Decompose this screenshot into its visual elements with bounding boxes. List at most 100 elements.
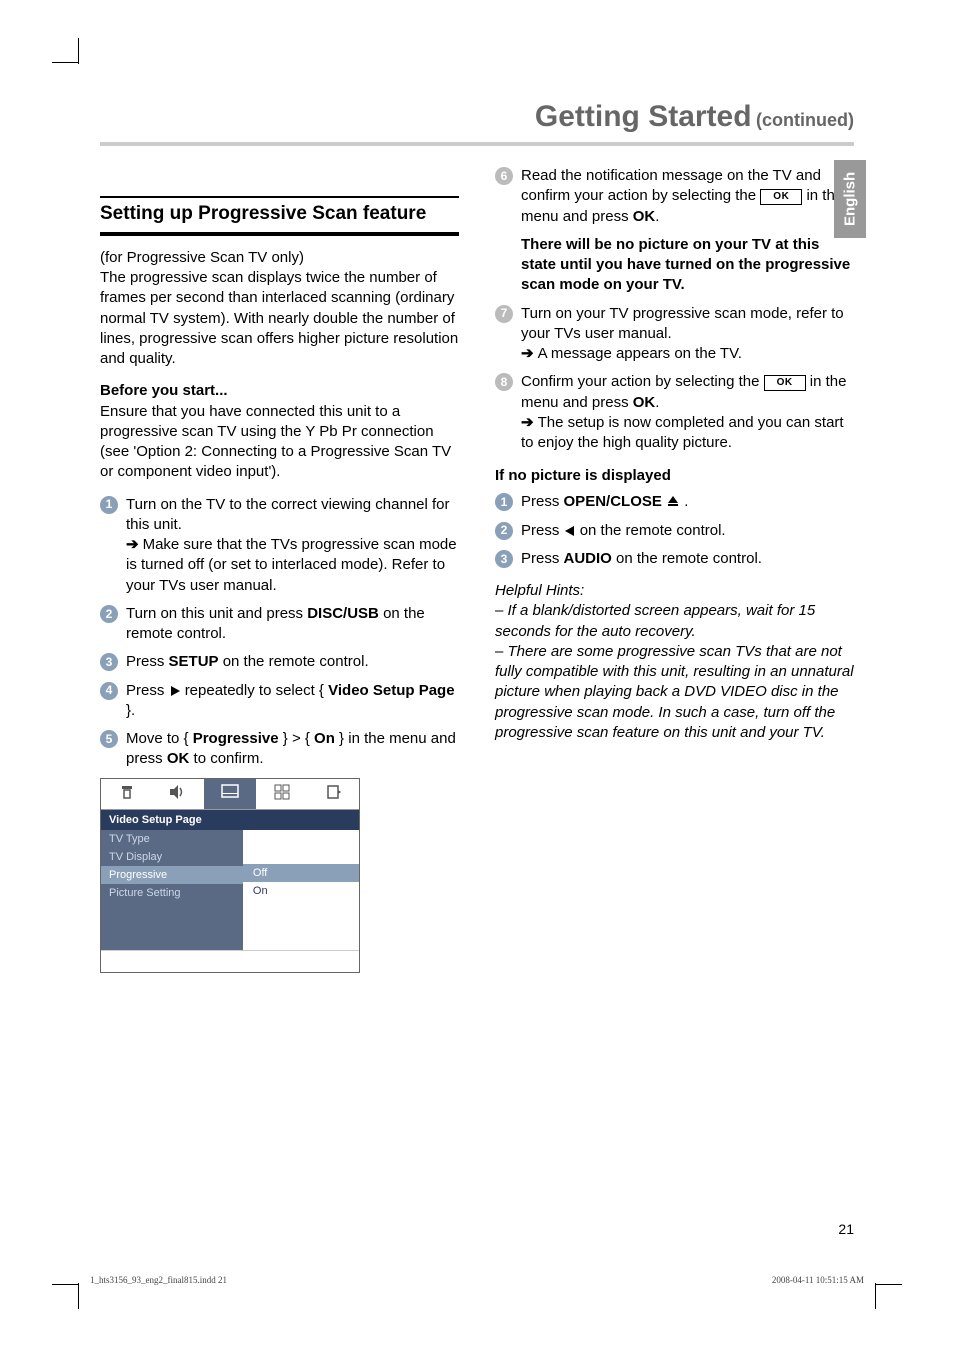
step-7: 7 Turn on your TV progressive scan mode,…	[495, 304, 854, 365]
button-label: OPEN/CLOSE	[564, 493, 662, 510]
step-number-icon: 2	[100, 605, 118, 623]
step-text: to confirm.	[189, 750, 263, 767]
left-arrow-icon	[564, 525, 576, 537]
osd-option: On	[243, 882, 359, 900]
step-number-icon: 2	[495, 522, 513, 540]
osd-tab-general-icon	[101, 779, 153, 809]
step-text: Press	[521, 522, 564, 539]
osd-menu-screenshot: Video Setup Page TV Type TV Display Prog…	[100, 778, 360, 973]
osd-item: TV Type	[101, 830, 243, 848]
step-number-icon: 7	[495, 305, 513, 323]
page-body: Getting Started (continued) Setting up P…	[0, 0, 954, 1013]
button-label: OK	[633, 208, 656, 225]
menu-option: Progressive	[193, 730, 279, 747]
crop-mark	[875, 1283, 876, 1309]
osd-tab-row	[101, 779, 359, 810]
step-text: .	[655, 208, 659, 225]
step-number-icon: 6	[495, 167, 513, 185]
step-number-icon: 4	[100, 682, 118, 700]
step-text: Press	[521, 550, 564, 567]
step-number-icon: 8	[495, 373, 513, 391]
crop-mark	[876, 1284, 902, 1285]
menu-option: On	[314, 730, 335, 747]
osd-item: Picture Setting	[101, 884, 243, 902]
step-text: Confirm your action by selecting the	[521, 373, 764, 390]
step-number-icon: 3	[495, 550, 513, 568]
before-you-start-heading: Before you start...	[100, 381, 459, 401]
step-text: on the remote control.	[612, 550, 762, 567]
button-label: OK	[167, 750, 190, 767]
step-number-icon: 5	[100, 730, 118, 748]
osd-tab-preference-icon	[256, 779, 308, 809]
osd-item-selected: Progressive	[101, 866, 243, 884]
step-text: Press	[126, 682, 169, 699]
osd-option-selected: Off	[243, 864, 359, 882]
crop-mark	[78, 1283, 79, 1309]
step-5: 5 Move to { Progressive } > { On } in th…	[100, 729, 459, 770]
step-result: Make sure that the TVs progressive scan …	[126, 536, 457, 594]
button-label: AUDIO	[564, 550, 612, 567]
no-picture-step-3: 3 Press AUDIO on the remote control.	[495, 549, 854, 569]
print-timestamp: 2008-04-11 10:51:15 AM	[772, 1275, 864, 1285]
intro-paragraph: (for Progressive Scan TV only) The progr…	[100, 248, 459, 370]
warning-block: There will be no picture on your TV at t…	[521, 235, 854, 296]
eject-icon	[666, 494, 680, 508]
print-file: 1_hts3156_93_eng2_final815.indd 21	[90, 1275, 227, 1285]
title-underline	[100, 142, 854, 146]
step-text: on the remote control.	[219, 653, 369, 670]
step-number-icon: 1	[495, 493, 513, 511]
step-text: Turn on your TV progressive scan mode, r…	[521, 305, 844, 342]
step-text: .	[655, 394, 659, 411]
button-label: DISC/USB	[307, 605, 379, 622]
crop-mark	[52, 62, 78, 63]
page-number: 21	[838, 1221, 854, 1237]
osd-page-title: Video Setup Page	[101, 810, 359, 830]
no-picture-heading: If no picture is displayed	[495, 467, 854, 484]
section-heading: Setting up Progressive Scan feature	[100, 202, 459, 226]
result-arrow-icon: ➔	[126, 536, 139, 553]
menu-name: Video Setup Page	[328, 682, 454, 699]
ok-box-icon: OK	[764, 375, 806, 391]
step-text: } > {	[279, 730, 314, 747]
step-result: The setup is now completed and you can s…	[521, 414, 844, 451]
step-3: 3 Press SETUP on the remote control.	[100, 652, 459, 672]
result-arrow-icon: ➔	[521, 345, 534, 362]
osd-footer	[101, 950, 359, 972]
section-rule	[100, 232, 459, 236]
step-text: Press	[521, 493, 564, 510]
button-label: SETUP	[169, 653, 219, 670]
step-8: 8 Confirm your action by selecting the O…	[495, 372, 854, 453]
before-you-start-body: Ensure that you have connected this unit…	[100, 402, 459, 483]
helpful-hints-heading: Helpful Hints:	[495, 581, 854, 601]
helpful-hint: – There are some progressive scan TVs th…	[495, 642, 854, 743]
osd-options: Off On	[243, 830, 359, 950]
step-text: Move to {	[126, 730, 193, 747]
step-text: Turn on this unit and press	[126, 605, 307, 622]
step-text: Turn on the TV to the correct viewing ch…	[126, 496, 450, 533]
step-number-icon: 3	[100, 653, 118, 671]
step-number-icon: 1	[100, 496, 118, 514]
left-column: Setting up Progressive Scan feature (for…	[100, 166, 459, 973]
step-1: 1 Turn on the TV to the correct viewing …	[100, 495, 459, 596]
osd-item: TV Display	[101, 848, 243, 866]
ok-box-icon: OK	[760, 189, 802, 205]
osd-tab-password-icon	[307, 779, 359, 809]
button-label: OK	[633, 394, 656, 411]
step-text: .	[684, 493, 688, 510]
osd-tab-video-icon	[204, 779, 256, 809]
section-rule	[100, 196, 459, 198]
page-title-row: Getting Started (continued)	[100, 100, 854, 134]
helpful-hint: – If a blank/distorted screen appears, w…	[495, 601, 854, 642]
print-metadata: 1_hts3156_93_eng2_final815.indd 21 2008-…	[90, 1275, 864, 1285]
crop-mark	[78, 38, 79, 64]
right-column: 6 Read the notification message on the T…	[495, 166, 854, 973]
step-6: 6 Read the notification message on the T…	[495, 166, 854, 296]
page-title: Getting Started	[535, 100, 752, 133]
step-2: 2 Turn on this unit and press DISC/USB o…	[100, 604, 459, 645]
step-text: on the remote control.	[580, 522, 726, 539]
step-4: 4 Press repeatedly to select { Video Set…	[100, 681, 459, 722]
crop-mark	[52, 1284, 78, 1285]
step-text: }.	[126, 702, 135, 719]
no-picture-step-2: 2 Press on the remote control.	[495, 521, 854, 541]
osd-menu-items: TV Type TV Display Progressive Picture S…	[101, 830, 243, 950]
